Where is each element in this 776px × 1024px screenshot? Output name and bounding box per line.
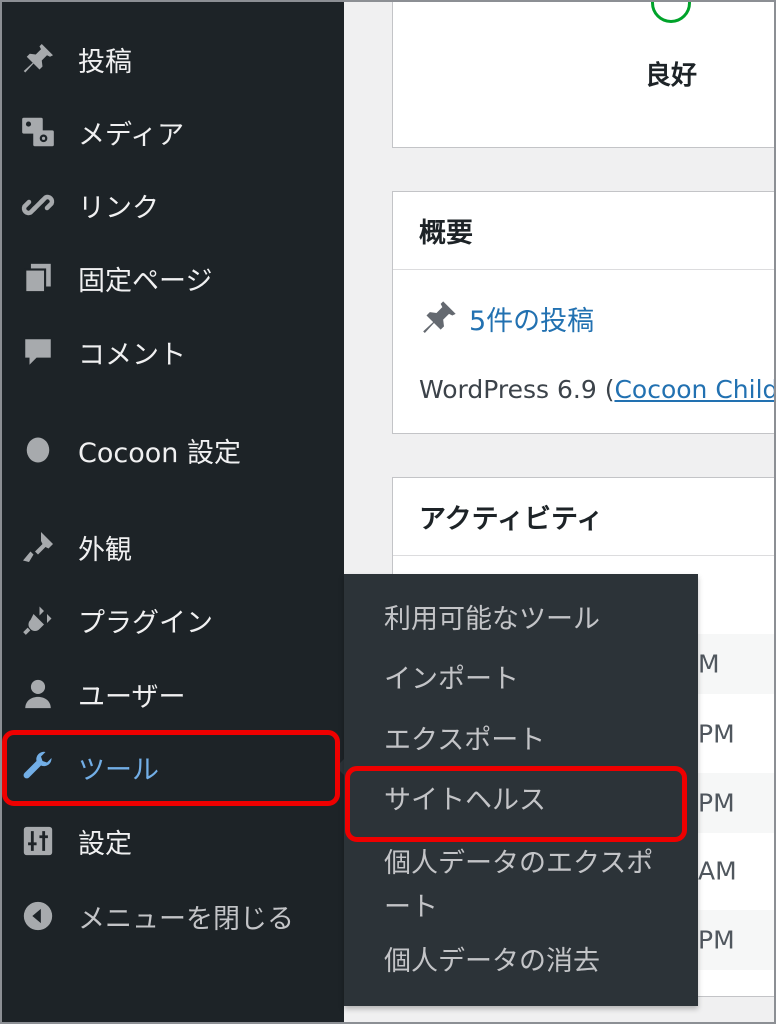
menu-item-links[interactable]: リンク: [0, 177, 344, 233]
plugin-icon: [18, 600, 58, 640]
comment-icon: [18, 332, 58, 372]
user-icon: [18, 674, 58, 714]
submenu-item-erase-personal-data[interactable]: 個人データの消去: [344, 940, 698, 984]
submenu-item-export-personal-data[interactable]: 個人データのエクスポート: [344, 842, 674, 930]
health-status-ring: [651, 0, 691, 23]
menu-label: Cocoon 設定: [78, 437, 241, 469]
menu-item-plugins[interactable]: プラグイン: [0, 592, 344, 648]
circle-icon: [18, 430, 58, 470]
pushpin-icon: [18, 39, 58, 79]
menu-item-comments[interactable]: コメント: [0, 324, 344, 380]
menu-label: プラグイン: [78, 607, 213, 639]
activity-time: M: [698, 649, 720, 679]
submenu-pointer: [336, 759, 344, 775]
overview-panel: 概要 5件の投稿 WordPress 6.9 (Cocoon Child: [392, 191, 776, 434]
menu-item-posts[interactable]: 投稿: [0, 31, 344, 87]
wrench-icon: [18, 747, 58, 787]
link-icon: [18, 185, 58, 225]
menu-item-appearance[interactable]: 外観: [0, 519, 344, 575]
theme-link[interactable]: Cocoon Child: [614, 375, 776, 404]
menu-item-tools[interactable]: ツール: [0, 739, 344, 795]
media-icon: [18, 112, 58, 152]
collapse-icon: [18, 896, 58, 936]
menu-label: コメント: [78, 339, 186, 371]
submenu-item-site-health[interactable]: サイトヘルス: [344, 779, 698, 823]
menu-label: リンク: [78, 192, 159, 224]
submenu-item-import[interactable]: インポート: [344, 658, 698, 702]
submenu-item-export[interactable]: エクスポート: [344, 719, 698, 763]
activity-time: PM: [698, 925, 735, 955]
menu-label: メディア: [78, 119, 185, 151]
posts-count-link[interactable]: 5件の投稿: [419, 298, 594, 338]
menu-label: 外観: [78, 534, 132, 566]
posts-link-text: 5件の投稿: [469, 305, 595, 337]
tools-submenu: 利用可能なツール インポート エクスポート サイトヘルス 個人データのエクスポー…: [344, 574, 698, 1006]
menu-item-cocoon-settings[interactable]: Cocoon 設定: [0, 422, 344, 478]
menu-item-pages[interactable]: 固定ページ: [0, 250, 344, 306]
pages-icon: [18, 258, 58, 298]
health-status-label: 良好: [645, 61, 698, 91]
activity-time: PM: [698, 788, 735, 818]
menu-label: ユーザー: [78, 681, 186, 713]
menu-label: 投稿: [78, 46, 132, 78]
menu-label: 設定: [78, 828, 132, 860]
menu-label: メニューを閉じる: [78, 903, 294, 935]
pushpin-icon: [419, 298, 459, 338]
settings-icon: [18, 821, 58, 861]
menu-item-collapse[interactable]: メニューを閉じる: [0, 888, 344, 944]
menu-label: 固定ページ: [78, 265, 213, 297]
menu-label: ツール: [78, 754, 159, 786]
paintbrush-icon: [18, 527, 58, 567]
wp-version-text: WordPress 6.9 (Cocoon Child: [419, 375, 776, 404]
menu-item-settings[interactable]: 設定: [0, 813, 344, 869]
version-label: WordPress 6.9 (: [419, 375, 615, 404]
menu-item-users[interactable]: ユーザー: [0, 666, 344, 722]
panel-title: 概要: [393, 192, 776, 270]
menu-item-media[interactable]: メディア: [0, 104, 344, 160]
submenu-item-available-tools[interactable]: 利用可能なツール: [344, 598, 698, 642]
site-health-panel: 良好: [392, 0, 776, 148]
panel-title: アクティビティ: [393, 478, 776, 556]
activity-time: PM: [698, 719, 735, 749]
admin-sidebar: 投稿 メディア リンク 固定ページ コメント Cocoon 設定 外観 プラグイ…: [0, 0, 344, 1024]
activity-time: AM: [698, 856, 737, 886]
